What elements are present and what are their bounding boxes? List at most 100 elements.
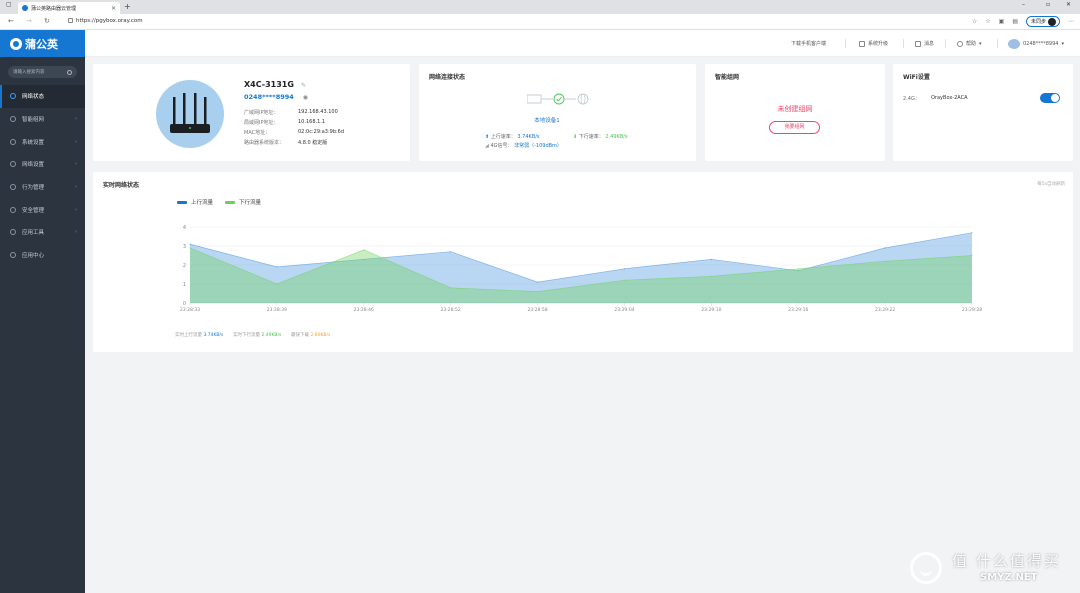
sidebar-item-behavior[interactable]: 行为管理 › bbox=[0, 176, 85, 199]
network-topology-diagram bbox=[527, 93, 589, 105]
footer-label: 最快下载 bbox=[291, 333, 309, 338]
sidebar-item-network-status[interactable]: 网络状态 bbox=[0, 85, 85, 108]
avatar bbox=[1008, 38, 1020, 49]
x-tick-label: 23:28:33 bbox=[180, 307, 200, 313]
info-key: 局域网IP地址： bbox=[244, 120, 279, 126]
sidebar-item-label: 应用中心 bbox=[22, 253, 45, 260]
messages-link[interactable]: 消息 bbox=[915, 30, 934, 57]
search-icon[interactable] bbox=[67, 69, 72, 75]
app-logo[interactable]: 蒲公英 bbox=[0, 30, 85, 57]
signal-label: 4G信号： bbox=[490, 143, 513, 149]
sidebar-item-system-settings[interactable]: 系统设置 › bbox=[0, 130, 85, 153]
logo-icon bbox=[10, 37, 22, 50]
info-row-lan: 局域网IP地址： 10.168.1.1 bbox=[244, 119, 325, 126]
globe-icon bbox=[577, 93, 589, 105]
network-status-card: 网络连接状态 本地设备1 ⬆ 上行速率： 3.74KB/s ⬇ 下行速率： 2.… bbox=[419, 64, 696, 161]
sidebar-item-label: 智能组网 bbox=[22, 117, 45, 124]
upload-series-point bbox=[450, 251, 452, 253]
local-device-label[interactable]: 本地设备1 bbox=[517, 116, 577, 124]
tab-actions-icon[interactable]: ▢ bbox=[6, 1, 12, 8]
wifi-band-label: 2.4G： bbox=[903, 96, 920, 102]
upload-series-point bbox=[710, 258, 712, 260]
url-field[interactable]: https://pgybox.oray.com bbox=[68, 17, 143, 26]
chevron-right-icon: › bbox=[75, 161, 77, 168]
x-tick-label: 23:28:52 bbox=[441, 307, 461, 313]
window-maximize-button[interactable]: ▫ bbox=[1046, 1, 1050, 8]
info-key: 广域网IP地址： bbox=[244, 110, 279, 116]
sidebar-item-network-settings[interactable]: 网络设置 › bbox=[0, 153, 85, 176]
forward-icon[interactable]: → bbox=[26, 17, 32, 25]
user-menu[interactable]: 0248****8994 ▾ bbox=[1008, 30, 1064, 57]
more-menu-icon[interactable]: ⋯ bbox=[1068, 18, 1074, 25]
user-name: 0248****8994 bbox=[1023, 40, 1059, 47]
y-tick-label: 2 bbox=[183, 263, 186, 269]
chevron-down-icon: ▾ bbox=[1061, 40, 1064, 47]
info-value: 02:0c:29:a3:9b:6d bbox=[298, 129, 345, 135]
browser-tab[interactable]: 蒲公英路由器云管理 × bbox=[18, 2, 120, 14]
tools-icon bbox=[10, 229, 16, 236]
x-tick-label: 23:28:39 bbox=[267, 307, 287, 313]
sidebar-item-tools[interactable]: 应用工具 › bbox=[0, 221, 85, 244]
back-icon[interactable]: ← bbox=[8, 17, 14, 25]
new-tab-button[interactable]: + bbox=[124, 2, 131, 12]
system-upgrade-link[interactable]: 系统升级 bbox=[859, 30, 888, 57]
refresh-icon[interactable]: ↻ bbox=[44, 17, 50, 25]
favorites-icon[interactable]: ☆ bbox=[985, 18, 990, 25]
download-series-point bbox=[189, 247, 191, 249]
download-app-link[interactable]: 下载手机客户端 bbox=[791, 30, 826, 57]
chevron-right-icon: › bbox=[75, 184, 77, 191]
profile-sync-button[interactable]: 未同步 bbox=[1025, 16, 1060, 27]
sidebar-item-security[interactable]: 安全管理 › bbox=[0, 198, 85, 221]
sidebar-item-label: 安全管理 bbox=[22, 207, 45, 214]
sidebar-item-smart-network[interactable]: 智能组网 › bbox=[0, 108, 85, 131]
device-card: X4C-3131G ✎ 0248****8994 ◉ 广域网IP地址： 192.168… bbox=[93, 64, 410, 161]
x-tick-label: 23:29:04 bbox=[614, 307, 634, 313]
chevron-right-icon: › bbox=[75, 229, 77, 236]
download-rate: ⬇ 下行速率： 2.49KB/s bbox=[573, 133, 628, 140]
tab-close-icon[interactable]: × bbox=[111, 5, 116, 12]
x-tick-label: 23:29:22 bbox=[875, 307, 895, 313]
lock-icon bbox=[859, 40, 865, 47]
help-menu[interactable]: 帮助 ▾ bbox=[957, 30, 982, 57]
download-series-point bbox=[276, 283, 278, 285]
x-tick-label: 23:28:46 bbox=[354, 307, 374, 313]
create-network-button[interactable]: 我要组网 bbox=[769, 121, 820, 134]
extensions-icon[interactable]: ▤ bbox=[1012, 18, 1018, 25]
traffic-chart: 0 1 2 3 4 23:28:33 23:28:39 23:28:46 23:28:52 23:… bbox=[180, 225, 982, 313]
upload-rate-value: 3.74KB/s bbox=[517, 134, 540, 140]
footer-label: 实时下行流量 bbox=[233, 333, 260, 338]
info-key: MAC地址： bbox=[244, 130, 271, 136]
info-key: 路由器系统版本： bbox=[244, 140, 285, 146]
x-tick-label: 23:28:58 bbox=[527, 307, 547, 313]
chevron-down-icon: ▾ bbox=[979, 40, 982, 47]
sidebar-search-input[interactable]: 请输入搜索内容 bbox=[8, 66, 77, 78]
upload-rate: ⬆ 上行速率： 3.74KB/s bbox=[485, 133, 540, 140]
download-rate-value: 2.49KB/s bbox=[605, 134, 628, 140]
edit-icon[interactable]: ✎ bbox=[301, 82, 306, 89]
footer-value: 2.49KB/s bbox=[261, 333, 282, 338]
arrow-down-icon: ⬇ bbox=[573, 134, 578, 140]
signal-strength: ◢ 4G信号： 非常弱（-109dBm） bbox=[485, 142, 562, 149]
info-value: 4.8.0 稳定版 bbox=[298, 140, 328, 146]
footer-download-stat: 实时下行流量 2.49KB/s bbox=[233, 332, 281, 338]
info-row-version: 路由器系统版本： 4.8.0 稳定版 bbox=[244, 139, 327, 146]
window-minimize-button[interactable]: – bbox=[1022, 1, 1025, 8]
divider bbox=[845, 39, 846, 48]
upload-rate-label: 上行速率： bbox=[490, 134, 516, 140]
divider bbox=[945, 39, 946, 48]
window-close-button[interactable]: ✕ bbox=[1066, 1, 1071, 8]
collections-icon[interactable]: ▣ bbox=[999, 18, 1005, 25]
divider bbox=[903, 39, 904, 48]
x-tick-label: 23:29:10 bbox=[701, 307, 721, 313]
sidebar-item-app-center[interactable]: 应用中心 bbox=[0, 244, 85, 267]
card-title: WiFi设置 bbox=[903, 74, 930, 81]
eye-icon[interactable]: ◉ bbox=[303, 94, 308, 101]
bell-icon bbox=[915, 40, 921, 47]
wifi-toggle[interactable] bbox=[1040, 93, 1060, 103]
read-aloud-icon[interactable]: ☆ bbox=[972, 18, 977, 25]
realtime-status-card: 实时网络状态 每5s自动刷新 上行流量 下行流量 0 1 2 3 4 23:28:33 23… bbox=[93, 172, 1073, 352]
smart-network-icon bbox=[10, 116, 16, 123]
lock-icon bbox=[68, 18, 73, 23]
browser-tab-strip: ▢ 蒲公英路由器云管理 × + – ▫ ✕ bbox=[0, 0, 1080, 14]
sidebar-item-label: 系统设置 bbox=[22, 139, 45, 146]
